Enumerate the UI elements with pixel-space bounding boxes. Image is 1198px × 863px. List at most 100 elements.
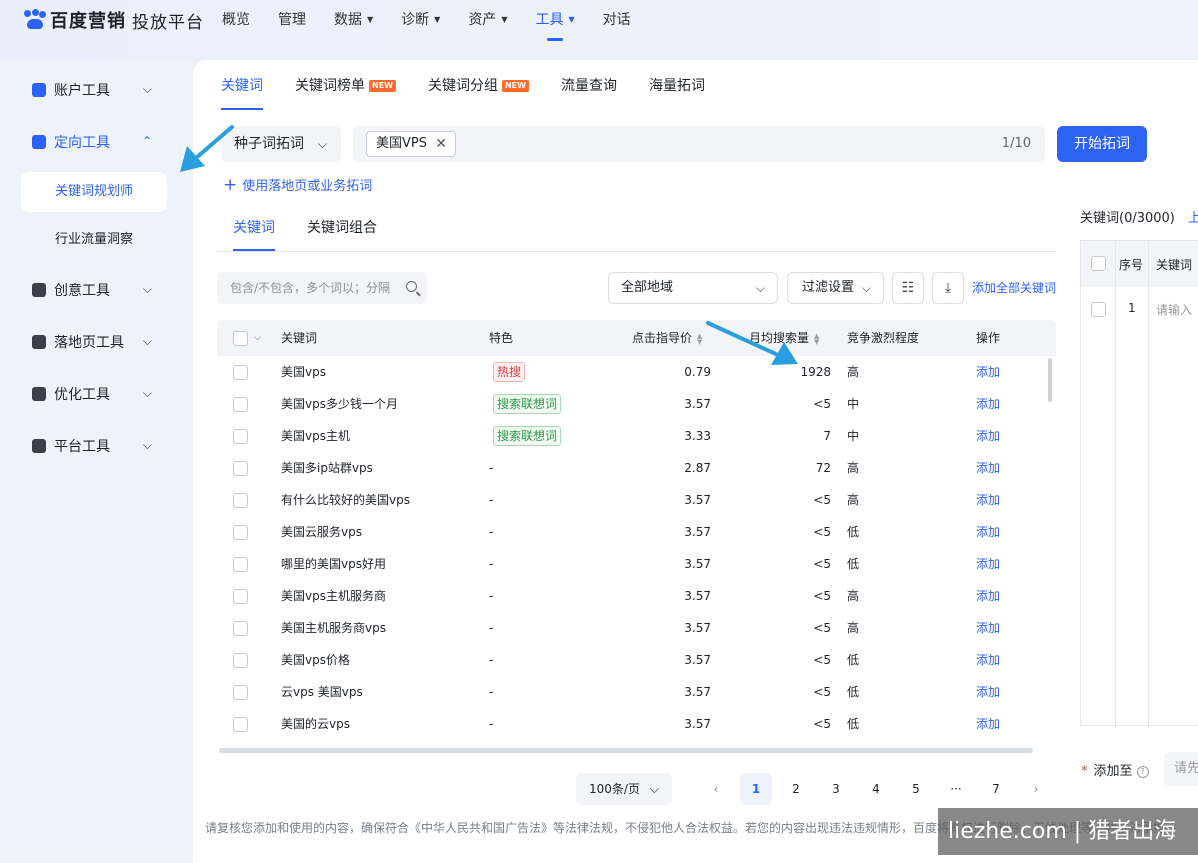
row-checkbox[interactable]	[233, 493, 248, 508]
row-checkbox[interactable]	[233, 557, 248, 572]
sidebar-group-label: 定向工具	[54, 135, 110, 151]
row-checkbox[interactable]	[233, 589, 248, 604]
caret-down-icon: ▼	[367, 15, 374, 24]
sidebar-group-landing-page-tools[interactable]: 落地页工具 ⌵	[32, 332, 152, 352]
nav-item-2[interactable]: 数据 ▼	[334, 10, 373, 30]
add-keyword-button[interactable]: 添加	[976, 612, 1000, 644]
page-button[interactable]: 4	[860, 773, 892, 805]
column-bid[interactable]: 点击指导价 ▲ ▼	[632, 320, 704, 356]
sidebar-group-creative-tools[interactable]: 创意工具 ⌵	[32, 280, 152, 300]
help-icon[interactable]: ?	[1136, 765, 1149, 778]
row-checkbox[interactable]	[1091, 302, 1106, 317]
page-button[interactable]: 5	[900, 773, 932, 805]
nav-item-4[interactable]: 资产 ▼	[468, 10, 507, 30]
keyword-filter-input[interactable]: 包含/不包含，多个词以；分隔	[217, 272, 427, 304]
add-keyword-button[interactable]: 添加	[976, 644, 1000, 676]
nav-item-5[interactable]: 工具 ▼	[535, 10, 575, 41]
table-horizontal-scrollbar[interactable]	[219, 748, 1033, 753]
selected-keywords-table: 序号 关键词 1 请输入	[1080, 240, 1198, 727]
nav-item-label: 资产	[468, 12, 497, 28]
competition-cell: 低	[847, 525, 860, 539]
subtab-keyword-combos[interactable]: 关键词组合	[307, 218, 377, 238]
sidebar-item-industry-traffic[interactable]: 行业流量洞察	[21, 220, 167, 260]
nav-item-1[interactable]: 管理	[278, 10, 306, 30]
add-keyword-button[interactable]: 添加	[976, 356, 1000, 388]
page-button[interactable]: 1	[740, 773, 772, 805]
row-checkbox[interactable]	[233, 685, 248, 700]
bid-cell: 3.57	[684, 397, 711, 411]
upload-link[interactable]: 上	[1188, 207, 1198, 226]
feature-tag: 搜索联想词	[493, 394, 562, 414]
tab-keyword-grouping[interactable]: 关键词分组 NEW	[428, 76, 529, 96]
add-keyword-button[interactable]: 添加	[976, 708, 1000, 740]
row-checkbox[interactable]	[233, 461, 248, 476]
nav-item-6[interactable]: 对话	[603, 10, 631, 30]
page-button[interactable]: 3	[820, 773, 852, 805]
seed-mode-select[interactable]: 种子词拓词 ⌵	[221, 126, 341, 162]
chevron-down-icon[interactable]: ⌵	[254, 320, 261, 356]
row-checkbox[interactable]	[233, 365, 248, 380]
keyword-entry-input[interactable]: 请输入	[1156, 301, 1192, 318]
add-keyword-button[interactable]: 添加	[976, 388, 1000, 420]
download-button[interactable]: ⤓	[932, 272, 964, 304]
volume-cell: <5	[813, 397, 831, 411]
column-volume[interactable]: 月均搜索量 ▲ ▼	[749, 320, 821, 356]
keyword-table: ⌵ 关键词 特色 点击指导价 ▲ ▼ 月均搜索量 ▲ ▼ 竞争激烈程度 操作 美国vps…	[217, 320, 1056, 744]
page-button[interactable]: 7	[980, 773, 1012, 805]
tab-bulk-expansion[interactable]: 海量拓词	[649, 76, 705, 96]
row-checkbox[interactable]	[233, 525, 248, 540]
add-keyword-button[interactable]: 添加	[976, 420, 1000, 452]
add-keyword-button[interactable]: 添加	[976, 516, 1000, 548]
brand-name: 百度营销	[50, 11, 126, 32]
page-ellipsis[interactable]: ···	[940, 773, 972, 805]
add-keyword-button[interactable]: 添加	[976, 452, 1000, 484]
keyword-cell: 美国vps	[281, 365, 326, 379]
sidebar-group-targeting-tools[interactable]: 定向工具 ⌃	[32, 132, 152, 152]
row-checkbox[interactable]	[233, 653, 248, 668]
row-checkbox[interactable]	[233, 717, 248, 732]
subtab-keywords[interactable]: 关键词	[233, 218, 275, 251]
add-all-keywords-link[interactable]: 添加全部关键词	[972, 279, 1056, 296]
table-row: 哪里的美国vps好用 - 3.57 <5 低 添加	[217, 548, 1056, 580]
bid-cell: 3.57	[684, 557, 711, 571]
sidebar-group-account-tools[interactable]: 账户工具 ⌵	[32, 80, 152, 100]
tab-keyword-ranking[interactable]: 关键词榜单 NEW	[295, 76, 396, 96]
filter-settings-select[interactable]: 过滤设置 ⌵	[787, 272, 884, 304]
prev-page-button[interactable]: ‹	[700, 773, 732, 805]
chevron-down-icon: ⌵	[142, 282, 152, 296]
tab-traffic-query[interactable]: 流量查询	[561, 76, 617, 96]
next-page-button[interactable]: ›	[1020, 773, 1052, 805]
volume-cell: <5	[813, 653, 831, 667]
add-keyword-button[interactable]: 添加	[976, 580, 1000, 612]
tab-keywords[interactable]: 关键词	[221, 76, 263, 110]
page-button[interactable]: 2	[780, 773, 812, 805]
table-row: 美国vps多少钱一个月 搜索联想词 3.57 <5 中 添加	[217, 388, 1056, 420]
add-to-select[interactable]: 请先	[1164, 752, 1198, 786]
column-settings-button[interactable]: ☷	[892, 272, 924, 304]
brand-logo[interactable]: 百度营销 投放平台	[24, 8, 204, 33]
select-all-checkbox[interactable]	[233, 331, 248, 346]
keyword-cell: 美国vps价格	[281, 653, 350, 667]
sidebar-group-platform-tools[interactable]: 平台工具 ⌵	[32, 436, 152, 456]
sidebar-item-keyword-planner[interactable]: 关键词规划师	[21, 172, 167, 212]
search-icon[interactable]	[406, 281, 417, 292]
page-size-select[interactable]: 100条/页 ⌵	[576, 773, 672, 805]
region-select[interactable]: 全部地域 ⌵	[608, 272, 778, 304]
seed-keyword-input[interactable]: 美国VPS ✕ 1/10	[353, 126, 1045, 162]
volume-cell: <5	[813, 493, 831, 507]
row-checkbox[interactable]	[233, 397, 248, 412]
landing-page-expansion-link[interactable]: + 使用落地页或业务拓词	[223, 175, 372, 194]
add-keyword-button[interactable]: 添加	[976, 676, 1000, 708]
nav-item-0[interactable]: 概览	[222, 10, 250, 30]
start-expansion-button[interactable]: 开始拓词	[1057, 126, 1147, 162]
row-checkbox[interactable]	[233, 621, 248, 636]
nav-item-3[interactable]: 诊断 ▼	[401, 10, 440, 30]
close-icon[interactable]: ✕	[435, 132, 447, 156]
select-all-checkbox[interactable]	[1091, 256, 1106, 271]
table-vertical-scrollbar[interactable]	[1048, 358, 1052, 402]
row-checkbox[interactable]	[233, 429, 248, 444]
add-keyword-button[interactable]: 添加	[976, 484, 1000, 516]
add-keyword-button[interactable]: 添加	[976, 548, 1000, 580]
sidebar-group-optimization-tools[interactable]: 优化工具 ⌵	[32, 384, 152, 404]
column-divider	[1148, 241, 1149, 727]
